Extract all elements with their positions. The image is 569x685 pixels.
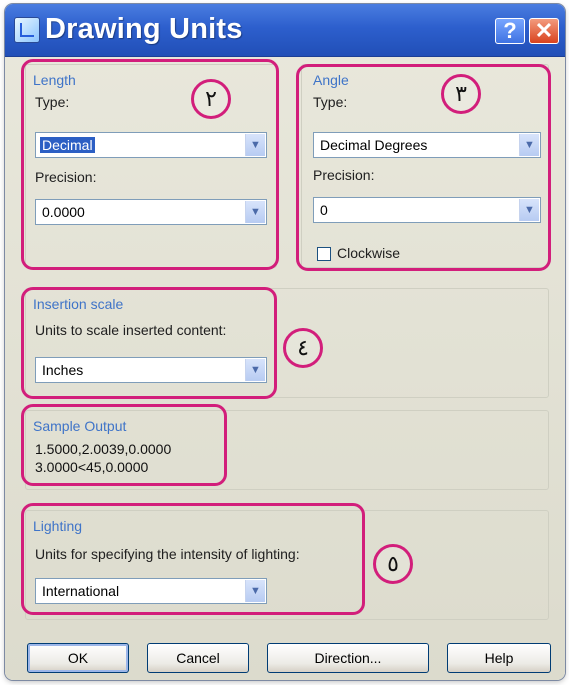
window-title: Drawing Units	[45, 13, 243, 45]
cancel-button[interactable]: Cancel	[147, 643, 249, 673]
question-icon: ?	[503, 18, 517, 43]
annotation-insertion-frame	[21, 287, 277, 399]
help-button[interactable]: Help	[447, 643, 551, 673]
annotation-marker-4: ٤	[283, 328, 323, 368]
drawing-units-dialog: Drawing Units ? ✕ Length Type: Decimal ▼…	[5, 4, 565, 680]
annotation-lighting-frame	[21, 503, 365, 615]
ok-button[interactable]: OK	[27, 643, 129, 673]
annotation-marker-3: ٣	[441, 74, 481, 114]
close-icon: ✕	[534, 18, 554, 43]
annotation-length-frame	[21, 59, 279, 270]
title-bar[interactable]: Drawing Units ? ✕	[5, 4, 565, 57]
annotation-angle-frame	[296, 64, 551, 271]
direction-button[interactable]: Direction...	[267, 643, 429, 673]
annotation-sample-frame	[21, 404, 227, 486]
close-button[interactable]: ✕	[529, 18, 559, 44]
annotation-marker-2: ٢	[191, 79, 231, 119]
drawing-units-app-icon	[14, 17, 40, 43]
help-title-button[interactable]: ?	[495, 18, 525, 44]
annotation-marker-5: ٥	[373, 544, 413, 584]
